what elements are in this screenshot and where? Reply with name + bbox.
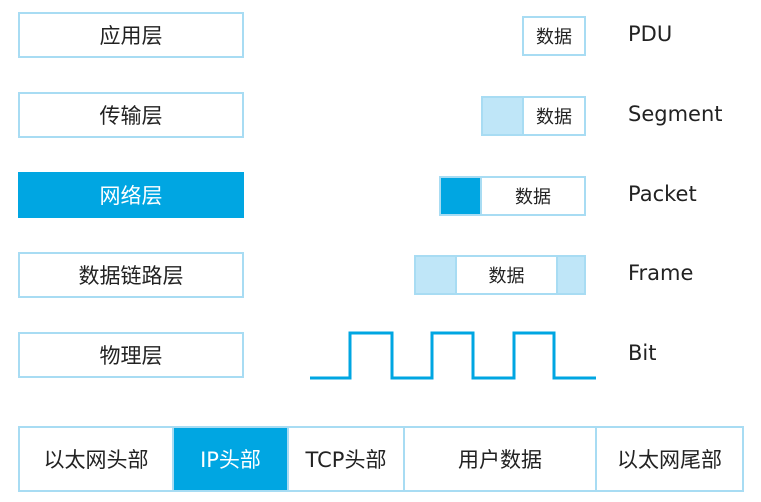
layer-application: 应用层 [18, 12, 244, 58]
pdu-label-bit: Bit [628, 341, 657, 365]
layer-network: 网络层 [18, 172, 244, 218]
frame-header-block [416, 257, 457, 293]
layer-physical: 物理层 [18, 332, 244, 378]
layer-physical-label: 物理层 [99, 344, 163, 368]
pdu-label-frame: Frame [628, 261, 694, 285]
field-ip-header: IP头部 [174, 428, 289, 490]
pdu-transport-box: 数据 [481, 96, 586, 136]
pdu-label-packet: Packet [628, 182, 697, 206]
pdu-network-data: 数据 [482, 178, 584, 214]
pdu-transport-data: 数据 [524, 98, 584, 134]
field-tcp-header: TCP头部 [289, 428, 405, 490]
packet-header-block [441, 178, 482, 214]
pdu-application-data: 数据 [524, 18, 584, 54]
pdu-data-link-box: 数据 [414, 255, 586, 295]
pdu-network-box: 数据 [439, 176, 586, 216]
layer-network-label: 网络层 [99, 184, 163, 208]
layer-application-label: 应用层 [99, 24, 163, 48]
layer-transport-label: 传输层 [99, 104, 163, 128]
pdu-label-pdu: PDU [628, 22, 673, 46]
layer-transport: 传输层 [18, 92, 244, 138]
pdu-application-box: 数据 [522, 16, 586, 56]
frame-structure-row: 以太网头部 IP头部 TCP头部 用户数据 以太网尾部 [18, 426, 744, 492]
layer-data-link: 数据链路层 [18, 252, 244, 298]
field-ethernet-trailer: 以太网尾部 [617, 448, 722, 472]
frame-trailer-block [556, 257, 584, 293]
field-ethernet-header: 以太网头部 [20, 428, 174, 490]
segment-header-block [483, 98, 524, 134]
field-user-data: 用户数据 [405, 428, 597, 490]
layer-data-link-label: 数据链路层 [78, 264, 184, 288]
bit-waveform [310, 331, 596, 380]
pdu-data-link-data: 数据 [457, 257, 556, 293]
pdu-label-segment: Segment [628, 102, 723, 126]
